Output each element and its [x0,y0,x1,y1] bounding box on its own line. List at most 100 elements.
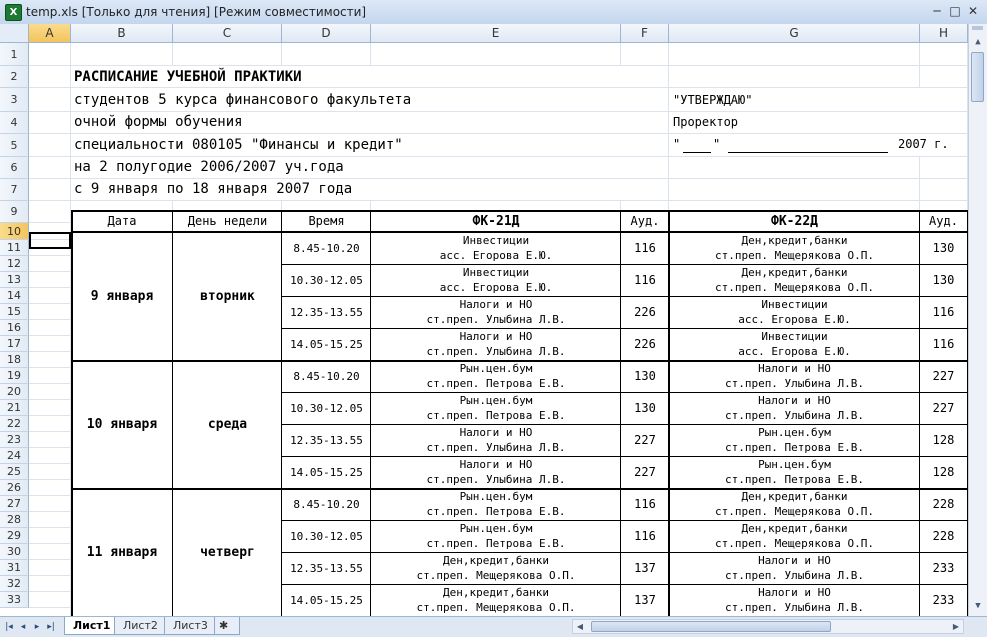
column-header-d[interactable]: D [282,24,371,43]
row-header-17[interactable]: 17 [0,336,29,352]
time-cell: 8.45-10.20 [282,488,371,520]
header-group-fk21d: ФК-21Д [371,210,621,232]
row-header-32[interactable]: 32 [0,576,29,592]
time-cell: 14.05-15.25 [282,328,371,360]
row-header-16[interactable]: 16 [0,320,29,336]
fk22d-class-cell-text: Налоги и НО [758,362,831,375]
row-header-29[interactable]: 29 [0,528,29,544]
row-header-15[interactable]: 15 [0,304,29,320]
row-header-5[interactable]: 5 [0,134,29,157]
row-header-2[interactable]: 2 [0,66,29,88]
row-header-3[interactable]: 3 [0,88,29,112]
row-header-20[interactable]: 20 [0,384,29,400]
header-date-text: Дата [107,213,137,228]
row-header-19[interactable]: 19 [0,368,29,384]
row-header-25[interactable]: 25 [0,464,29,480]
scroll-right-arrow-icon[interactable]: ▶ [949,620,963,633]
table-border [282,584,967,585]
split-handle[interactable] [972,26,983,30]
row-header-24[interactable]: 24 [0,448,29,464]
insert-sheet-icon[interactable]: ✱ [214,617,240,635]
fk22d-class-cell-text: Налоги и НО [758,554,831,567]
fk21d-room-cell: 227 [621,456,669,488]
fk22d-class-cell-text: ст.преп. Петрова Е.В. [724,473,865,486]
fk21d-room-cell-text: 130 [634,400,656,415]
column-header-a[interactable]: A [29,24,71,43]
horizontal-scroll-thumb[interactable] [591,621,831,632]
prorector-label: Проректор [673,115,739,129]
fk22d-room-cell: 228 [920,488,967,520]
next-sheet-button[interactable]: ▸ [32,620,42,634]
sheet-tab-2[interactable]: Лист2 [114,617,167,635]
row-header-21[interactable]: 21 [0,400,29,416]
fk21d-room-cell-text: 226 [634,304,656,319]
row-header-27[interactable]: 27 [0,496,29,512]
time-cell-text: 10.30-12.05 [290,529,363,543]
header-aud-1-text: Ауд. [630,213,660,228]
fk22d-class-cell: Ден,кредит,банки ст.преп. Мещерякова О.П. [669,264,920,296]
select-all-corner[interactable] [0,24,29,43]
vertical-scrollbar[interactable]: ▲ ▼ [968,24,987,616]
fk21d-room-cell: 226 [621,296,669,328]
fk22d-class-cell: Налоги и НО ст.преп. Улыбина Л.В. [669,360,920,392]
first-sheet-button[interactable]: |◂ [4,620,14,634]
fk21d-room-cell-text: 226 [634,336,656,351]
fk21d-class-cell: Инвестиции асс. Егорова Е.Ю. [371,232,621,264]
time-cell-text: 12.35-13.55 [290,561,363,575]
schedule-title: РАСПИСАНИЕ УЧЕБНОЙ ПРАКТИКИ [74,69,302,85]
row-header-22[interactable]: 22 [0,416,29,432]
table-border [282,296,967,297]
last-sheet-button[interactable]: ▸| [46,620,56,634]
row-header-6[interactable]: 6 [0,157,29,179]
column-header-f[interactable]: F [621,24,669,43]
row-header-4[interactable]: 4 [0,112,29,134]
close-button[interactable]: ✕ [964,4,982,19]
window-title: temp.xls [Только для чтения] [Режим совм… [26,5,367,19]
table-border [282,552,967,553]
sheet-tab-1[interactable]: Лист1 [64,617,120,635]
row-header-33[interactable]: 33 [0,592,29,608]
fk21d-class-cell-text: ст.преп. Петрова Е.В. [426,505,566,518]
row-header-23[interactable]: 23 [0,432,29,448]
row-header-7[interactable]: 7 [0,179,29,201]
row-header-18[interactable]: 18 [0,352,29,368]
row-header-26[interactable]: 26 [0,480,29,496]
column-header-c[interactable]: C [173,24,282,43]
row-header-10[interactable]: 10 [0,223,29,240]
row-header-31[interactable]: 31 [0,560,29,576]
scroll-down-arrow-icon[interactable]: ▼ [970,598,986,614]
day-weekday-cell-text: вторник [200,288,255,304]
fk22d-class-cell-text: Рын.цен.бум [758,458,831,471]
row-header-28[interactable]: 28 [0,512,29,528]
row-header-14[interactable]: 14 [0,288,29,304]
sheet-tab-3[interactable]: Лист3 [164,617,217,635]
time-cell: 14.05-15.25 [282,584,371,616]
selected-cell-a10[interactable] [29,232,71,249]
minimize-button[interactable]: ─ [928,4,946,19]
column-header-e[interactable]: E [371,24,621,43]
fk21d-class-cell: Налоги и НО ст.преп. Улыбина Л.В. [371,328,621,360]
row-header-1[interactable]: 1 [0,43,29,66]
prev-sheet-button[interactable]: ◂ [18,620,28,634]
vertical-scroll-thumb[interactable] [971,52,984,102]
row-header-12[interactable]: 12 [0,256,29,272]
row-header-9[interactable]: 9 [0,201,29,223]
table-border [281,210,282,616]
spreadsheet-grid[interactable]: ABCDEFGH 1 2 3 4 5 6 7 9 10 11 12 13 14 15 16 17 18 19 20 2… [0,24,968,616]
time-cell-text: 10.30-12.05 [290,401,363,415]
column-header-b[interactable]: B [71,24,173,43]
maximize-button[interactable]: □ [946,4,964,19]
fk21d-class-cell-text: ст.преп. Улыбина Л.В. [426,345,566,358]
scroll-left-arrow-icon[interactable]: ◀ [573,620,587,633]
fk22d-room-cell-text: 128 [932,432,955,447]
fk21d-class-cell-text: Рын.цен.бум [459,362,533,375]
scroll-up-arrow-icon[interactable]: ▲ [970,34,986,50]
row-header-13[interactable]: 13 [0,272,29,288]
column-header-g[interactable]: G [669,24,920,43]
row-header-30[interactable]: 30 [0,544,29,560]
fk22d-room-cell-text: 116 [932,336,955,351]
row-header-11[interactable]: 11 [0,240,29,256]
column-header-h[interactable]: H [920,24,968,43]
fk22d-room-cell: 227 [920,360,967,392]
horizontal-scrollbar[interactable]: ◀ ▶ [572,619,964,634]
